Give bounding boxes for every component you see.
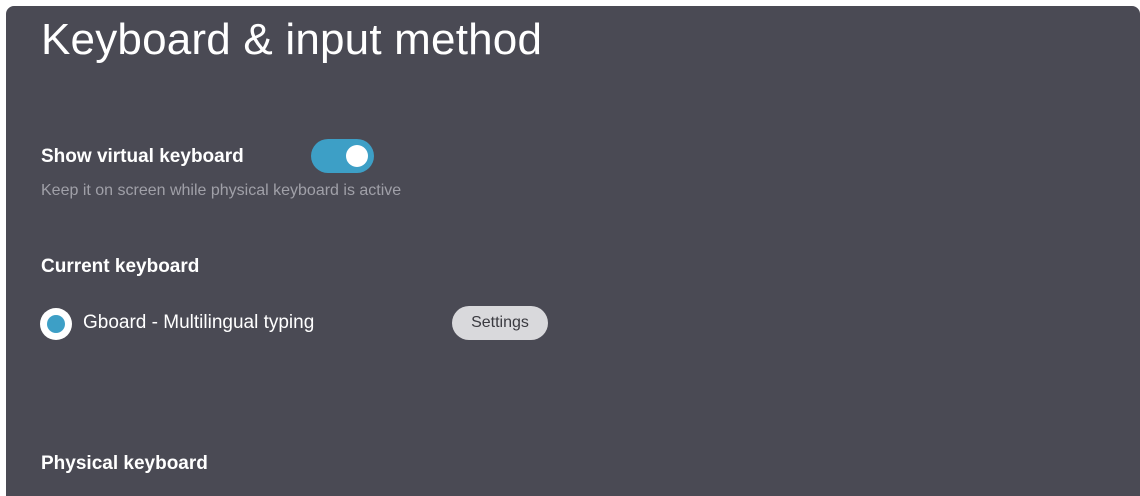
current-keyboard-heading: Current keyboard [41,256,200,277]
gboard-radio-button[interactable] [40,308,72,340]
show-virtual-keyboard-label: Show virtual keyboard [41,146,244,167]
gboard-option-label[interactable]: Gboard - Multilingual typing [83,312,314,334]
show-virtual-keyboard-description: Keep it on screen while physical keyboar… [41,182,402,199]
page-title: Keyboard & input method [41,15,543,64]
show-virtual-keyboard-toggle[interactable] [311,139,374,173]
radio-selected-dot [47,315,65,333]
physical-keyboard-heading[interactable]: Physical keyboard [41,453,208,475]
toggle-knob [346,145,368,167]
settings-panel: Keyboard & input method Show virtual key… [6,6,1140,496]
keyboard-settings-button[interactable]: Settings [452,306,548,340]
